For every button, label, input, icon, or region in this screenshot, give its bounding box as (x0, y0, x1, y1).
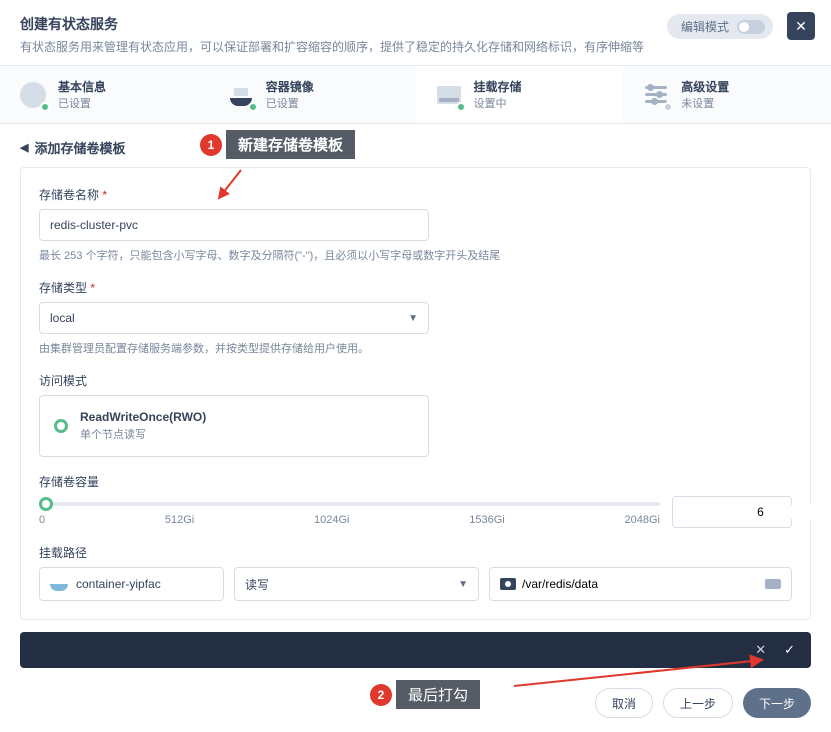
step-title: 挂载存储 (474, 78, 522, 95)
tick-label: 2048Gi (625, 514, 660, 526)
step-advanced[interactable]: 高级设置 未设置 (623, 66, 831, 123)
access-sub: 单个节点读写 (80, 426, 206, 442)
annotation-label: 新建存储卷模板 (226, 130, 355, 159)
name-hint: 最长 253 个字符，只能包含小写字母、数字及分隔符("-")，且必须以小写字母… (39, 247, 792, 263)
field-label-access: 访问模式 (39, 372, 792, 389)
container-chip: container-yipfac (39, 567, 224, 601)
close-icon: ✕ (795, 18, 807, 35)
next-button[interactable]: 下一步 (743, 688, 811, 718)
type-hint: 由集群管理员配置存储服务端参数，并按类型提供存储给用户使用。 (39, 340, 792, 356)
confirm-icon-button[interactable]: ✓ (784, 642, 795, 658)
mount-path-input[interactable] (522, 577, 759, 591)
close-button[interactable]: ✕ (787, 12, 815, 40)
confirm-bar: ✕ ✓ (20, 632, 811, 668)
mount-path-field (489, 567, 792, 601)
tick-label: 512Gi (165, 514, 194, 526)
chevron-down-icon: ▼ (458, 579, 468, 590)
edit-mode-label: 编辑模式 (681, 18, 729, 35)
capacity-slider[interactable]: 0 512Gi 1024Gi 1536Gi 2048Gi (39, 496, 660, 526)
annotation-label: 最后打勾 (396, 680, 480, 709)
access-title: ReadWriteOnce(RWO) (80, 410, 206, 424)
annotation-2: 2 最后打勾 (370, 680, 480, 709)
dialog-description: 有状态服务用来管理有状态应用，可以保证部署和扩容缩容的顺序，提供了稳定的持久化存… (20, 38, 811, 55)
volume-name-input[interactable] (39, 209, 429, 241)
sliders-icon (641, 80, 671, 110)
step-title: 基本信息 (58, 78, 106, 95)
docker-icon (50, 577, 68, 591)
edit-mode-toggle[interactable]: 编辑模式 (667, 14, 773, 39)
step-status: 未设置 (681, 95, 729, 111)
annotation-1: 1 新建存储卷模板 (200, 130, 355, 159)
slider-thumb-icon[interactable] (39, 497, 53, 511)
dialog-header: 创建有状态服务 有状态服务用来管理有状态应用，可以保证部署和扩容缩容的顺序，提供… (0, 0, 831, 65)
step-basic-info[interactable]: 基本信息 已设置 (0, 66, 208, 123)
tick-label: 0 (39, 514, 45, 526)
step-mount-storage[interactable]: 挂载存储 设置中 (416, 66, 624, 123)
chevron-down-icon: ▼ (408, 313, 418, 324)
tick-label: 1024Gi (314, 514, 349, 526)
stepper: 基本信息 已设置 容器镜像 已设置 挂载存储 设置中 高级设置 未设置 (0, 65, 831, 124)
field-label-type: 存储类型 (39, 279, 792, 296)
storage-type-select[interactable]: local ▼ (39, 302, 429, 334)
field-label-name: 存储卷名称 (39, 186, 792, 203)
step-status: 已设置 (58, 95, 106, 111)
tick-label: 1536Gi (469, 514, 504, 526)
step-title: 容器镜像 (266, 78, 314, 95)
capacity-input[interactable] (683, 505, 831, 519)
select-value: local (50, 311, 75, 325)
radio-selected-icon (54, 419, 68, 433)
annotation-number: 2 (370, 684, 392, 706)
step-status: 已设置 (266, 95, 314, 111)
rw-mode-select[interactable]: 读写 ▼ (234, 567, 479, 601)
step-container-image[interactable]: 容器镜像 已设置 (208, 66, 416, 123)
form-panel: 存储卷名称 最长 253 个字符，只能包含小写字母、数字及分隔符("-")，且必… (20, 167, 811, 620)
camera-icon (500, 578, 516, 590)
field-label-capacity: 存储卷容量 (39, 473, 792, 490)
step-title: 高级设置 (681, 78, 729, 95)
annotation-number: 1 (200, 134, 222, 156)
info-icon (18, 80, 48, 110)
cancel-button[interactable]: 取消 (595, 688, 653, 718)
step-status: 设置中 (474, 95, 522, 111)
capacity-input-wrap: Gi (672, 496, 792, 528)
container-name: container-yipfac (76, 577, 161, 591)
section-header: ◀ 添加存储卷模板 1 新建存储卷模板 (0, 124, 831, 167)
access-mode-option[interactable]: ReadWriteOnce(RWO) 单个节点读写 (39, 395, 429, 457)
cancel-icon-button[interactable]: ✕ (755, 642, 766, 658)
back-caret-icon[interactable]: ◀ (20, 141, 28, 154)
field-label-mount: 挂载路径 (39, 544, 792, 561)
slider-ticks: 0 512Gi 1024Gi 1536Gi 2048Gi (39, 514, 660, 526)
toggle-icon (737, 20, 765, 34)
disk-icon (434, 80, 464, 110)
rw-value: 读写 (245, 576, 269, 593)
ship-icon (226, 80, 256, 110)
dialog-footer: 2 最后打勾 取消 上一步 下一步 (0, 680, 831, 732)
prev-button[interactable]: 上一步 (663, 688, 733, 718)
section-title: 添加存储卷模板 (34, 138, 125, 157)
keyboard-icon (765, 579, 781, 589)
